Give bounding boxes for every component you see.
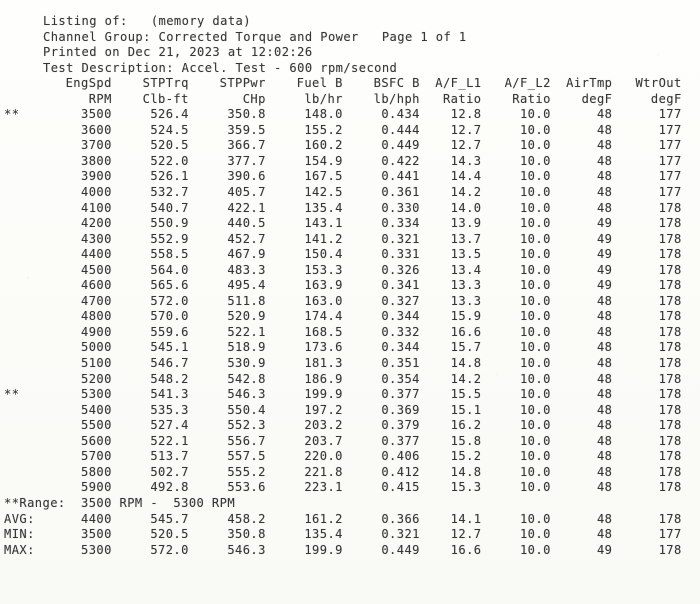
summary-section: **Range: 3500 RPM - 5300 RPM AVG: 4400 5… bbox=[4, 495, 682, 557]
table-column-headers: EngSpd STPTrq STPPwr Fuel B BSFC B A/F_L… bbox=[65, 76, 682, 106]
report-header: Listing of: (memory data) Channel Group:… bbox=[43, 14, 467, 75]
table-rows: ** 3500 526.4 350.8 148.0 0.434 12.8 10.… bbox=[4, 107, 682, 495]
data-table: EngSpd STPTrq STPPwr Fuel B BSFC B A/F_L… bbox=[0, 76, 700, 496]
report-sheet: Listing of: (memory data) Channel Group:… bbox=[0, 0, 700, 604]
